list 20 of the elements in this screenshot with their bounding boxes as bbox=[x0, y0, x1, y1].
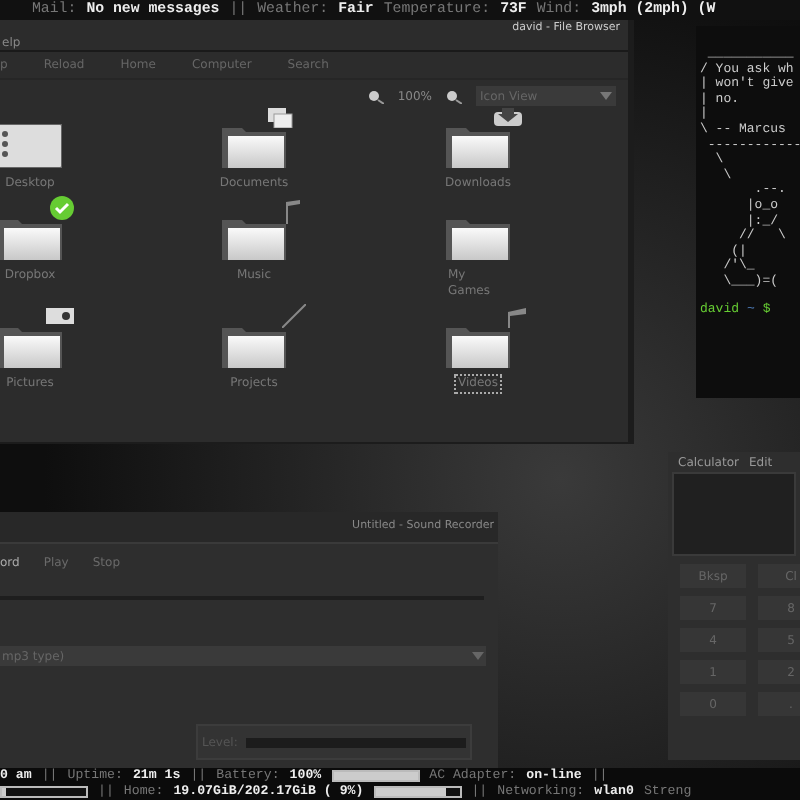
pencil-icon bbox=[282, 304, 306, 328]
download-icon bbox=[494, 108, 522, 126]
folder-icon bbox=[222, 216, 286, 260]
folder-icon bbox=[0, 324, 62, 368]
music-note-icon bbox=[282, 200, 302, 224]
desktop-icon bbox=[0, 124, 62, 168]
check-badge-icon bbox=[50, 196, 74, 220]
folder-icon bbox=[446, 216, 510, 260]
zoom-out-icon[interactable] bbox=[367, 89, 384, 103]
folder-icon bbox=[446, 324, 510, 368]
papers-icon bbox=[266, 108, 294, 128]
folder-icon bbox=[0, 216, 62, 260]
caret-icon bbox=[472, 652, 484, 660]
zoom-in-icon[interactable] bbox=[446, 89, 462, 103]
folder-icon bbox=[446, 124, 510, 168]
caret-icon bbox=[600, 92, 612, 100]
camera-icon bbox=[46, 308, 74, 324]
flag-icon bbox=[506, 308, 526, 328]
folder-icon bbox=[222, 124, 286, 168]
folder-icon bbox=[222, 324, 286, 368]
